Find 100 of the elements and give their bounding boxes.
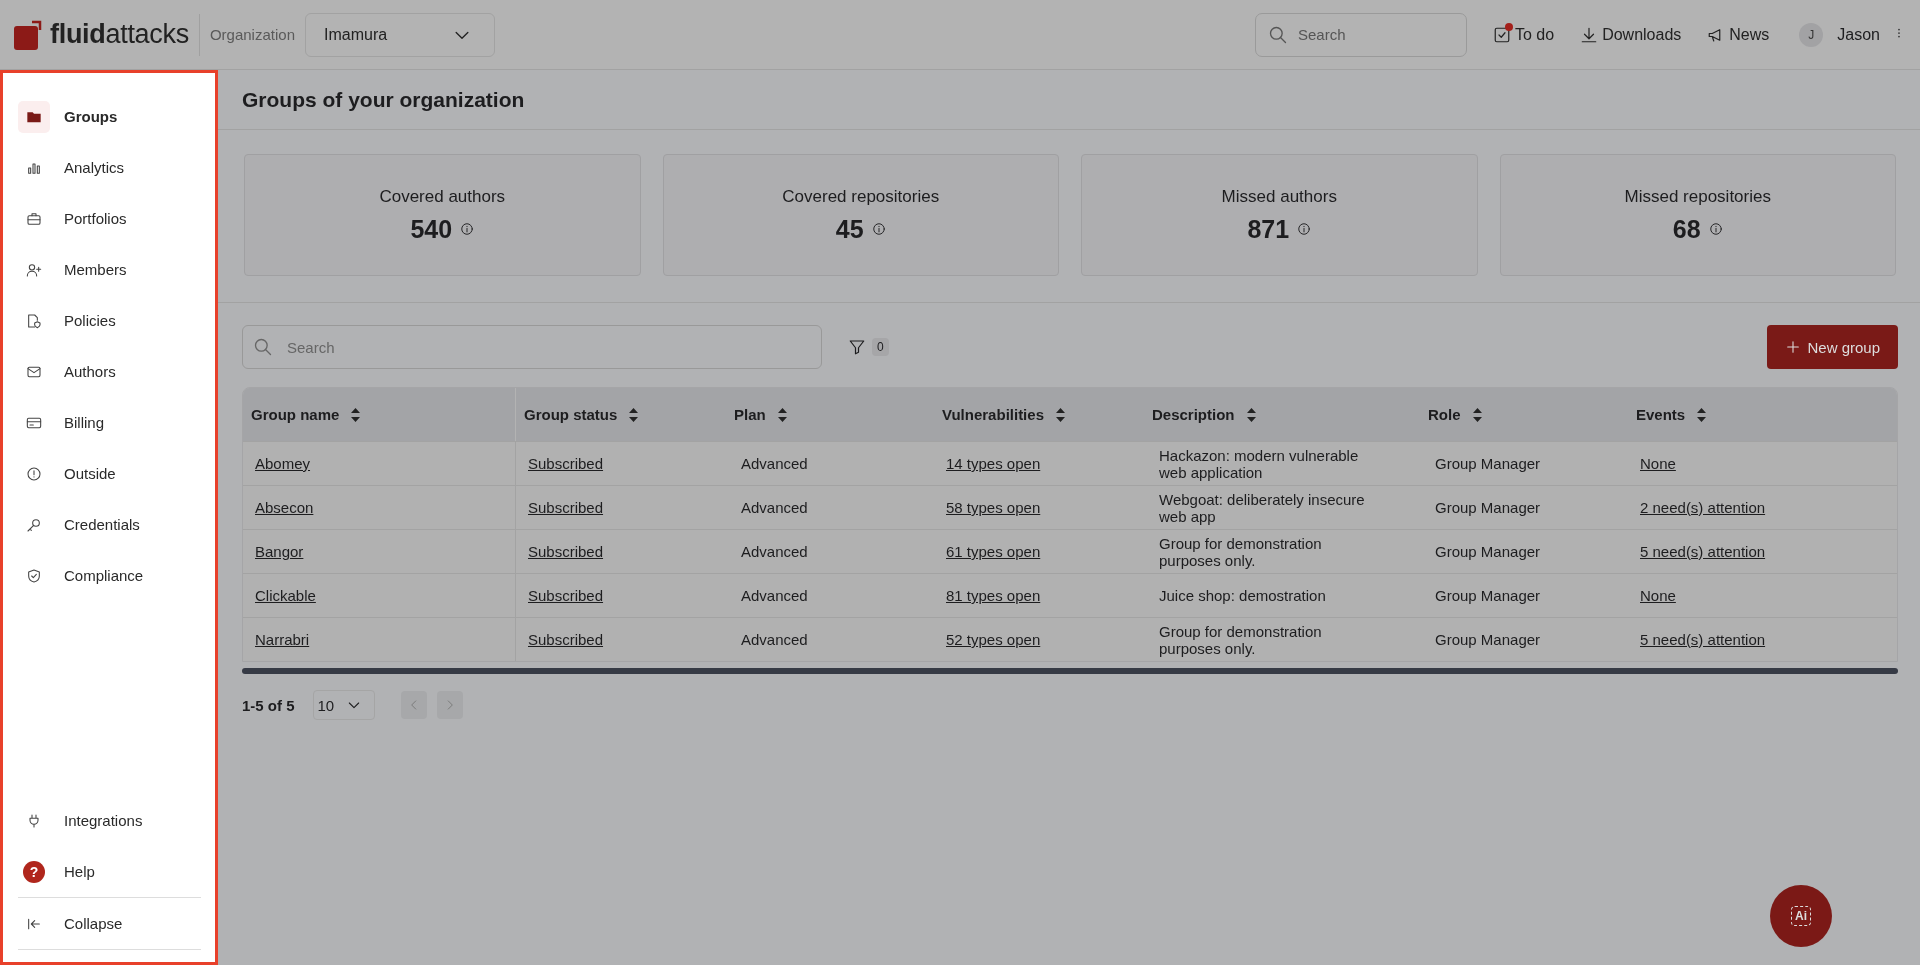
table-link[interactable]: 2 need(s) attention (1640, 499, 1766, 516)
table-link[interactable]: Bangor (255, 543, 304, 560)
organization-select[interactable]: Imamura (305, 12, 495, 57)
table-link[interactable]: Absecon (255, 499, 314, 516)
table-link[interactable]: 58 types open (946, 499, 1041, 516)
sidebar-item[interactable]: Credentials (18, 499, 201, 550)
logo-wordmark: fluidattacks (50, 19, 189, 50)
table-cell-text: Hackazon: modern vulnerable web application (1159, 446, 1360, 481)
table-link[interactable]: 5 need(s) attention (1640, 631, 1766, 648)
table-link[interactable]: 14 types open (946, 455, 1041, 472)
new-group-button[interactable]: New group (1767, 325, 1898, 369)
sidebar-item[interactable]: Groups (18, 91, 201, 142)
stat-label: Missed authors (1221, 186, 1337, 207)
table-link[interactable]: 81 types open (946, 587, 1041, 604)
column-header[interactable]: Role (1420, 388, 1628, 441)
column-header[interactable]: Group name (243, 388, 516, 441)
logo-icon (14, 19, 44, 50)
table-link[interactable]: Subscribed (528, 587, 604, 604)
sidebar-item[interactable]: Integrations (18, 795, 201, 846)
header-link[interactable]: Downloads (1580, 25, 1682, 44)
table-cell: Advanced (741, 587, 808, 604)
sidebar-item[interactable]: Authors (18, 346, 201, 397)
header-link[interactable]: To do (1493, 25, 1555, 44)
table-link[interactable]: Subscribed (528, 543, 604, 560)
page-size-select[interactable]: 10 (312, 690, 375, 720)
sidebar-item[interactable]: Compliance (18, 550, 201, 601)
add-user-icon (26, 261, 42, 278)
sort-icon[interactable] (1246, 407, 1256, 422)
stat-value: 45 (835, 214, 864, 244)
table-cell-text: Webgoat: deliberately insecure web app (1159, 490, 1366, 525)
column-header[interactable]: Description (1144, 388, 1420, 441)
column-header[interactable]: Vulnerabilities (934, 388, 1144, 441)
table-link[interactable]: Abomey (255, 455, 311, 472)
help-icon: ? (23, 860, 45, 883)
sidebar-item[interactable]: Outside (18, 448, 201, 499)
table-link[interactable]: None (1640, 455, 1676, 472)
table-cell: Juice shop: demostration (1159, 587, 1326, 604)
table-link[interactable]: 61 types open (946, 543, 1041, 560)
sort-icon[interactable] (1697, 407, 1707, 422)
table-cell: Advanced (741, 631, 808, 648)
column-header[interactable]: Plan (726, 388, 934, 441)
table-link[interactable]: 5 need(s) attention (1640, 543, 1766, 560)
table-cell: Group Manager (1435, 499, 1541, 516)
table-link[interactable]: Subscribed (528, 455, 604, 472)
sidebar-item[interactable]: ? Help (18, 846, 201, 897)
info-icon (871, 222, 886, 236)
briefcase-icon (26, 210, 42, 227)
sort-icon[interactable] (1472, 407, 1482, 422)
plus-icon (1785, 339, 1802, 355)
table-link[interactable]: None (1640, 587, 1676, 604)
table-link[interactable]: 52 types open (946, 631, 1041, 648)
table-link[interactable]: Subscribed (528, 631, 604, 648)
sort-icon[interactable] (777, 407, 787, 422)
sidebar-item[interactable]: Members (18, 244, 201, 295)
table-cell: Group Manager (1435, 631, 1541, 648)
search-icon (1268, 24, 1288, 45)
page-title: Groups of your organization (218, 70, 1920, 130)
download-icon (1580, 25, 1599, 44)
shield-check-icon (26, 567, 42, 584)
alert-circle-icon (26, 465, 42, 482)
sidebar-item[interactable]: Portfolios (18, 193, 201, 244)
stat-label: Covered authors (379, 186, 506, 207)
sort-icon[interactable] (351, 407, 361, 422)
sort-icon[interactable] (629, 407, 639, 422)
table-cell: Advanced (741, 455, 808, 472)
header-link[interactable]: News (1707, 25, 1770, 44)
stat-value: 68 (1672, 214, 1701, 244)
stat-value: 871 (1247, 214, 1290, 244)
sidebar-item[interactable]: Analytics (18, 142, 201, 193)
sidebar-item[interactable]: Billing (18, 397, 201, 448)
checkbox-icon (1493, 25, 1511, 44)
filter-icon (848, 338, 866, 356)
collapse-button[interactable]: Collapse (18, 898, 201, 949)
info-icon (1297, 222, 1312, 236)
column-header[interactable]: Events (1628, 388, 1897, 441)
column-header[interactable]: Group status (516, 388, 726, 441)
user-name[interactable]: Jason (1837, 25, 1880, 44)
document-shield-icon (26, 312, 42, 329)
stat-value: 540 (410, 214, 453, 244)
table-cell: Group Manager (1435, 455, 1541, 472)
table-cell: Group Manager (1435, 587, 1541, 604)
sort-icon[interactable] (1056, 407, 1065, 422)
table-cell-text: Group for demonstration purposes only. (1159, 534, 1323, 569)
user-avatar[interactable]: J (1799, 22, 1824, 47)
plug-icon (26, 812, 42, 829)
search-icon (253, 337, 273, 357)
table-link[interactable]: Subscribed (528, 499, 604, 516)
table-link[interactable]: Clickable (255, 587, 316, 604)
info-icon (460, 222, 475, 236)
key-icon (26, 516, 42, 533)
table-link[interactable]: Narrabri (255, 631, 310, 648)
assistant-button[interactable]: Ai (1770, 885, 1832, 947)
filter-count[interactable]: 0 (872, 338, 889, 356)
table-cell-text: Group for demonstration purposes only. (1159, 622, 1323, 657)
search-field[interactable]: Search (1255, 12, 1467, 57)
pagination-range: 1-5 of 5 (242, 696, 295, 714)
sidebar-item[interactable]: Policies (18, 295, 201, 346)
table-cell: Group Manager (1435, 543, 1541, 560)
stat-label: Covered repositories (782, 186, 940, 207)
info-icon (1708, 222, 1723, 236)
